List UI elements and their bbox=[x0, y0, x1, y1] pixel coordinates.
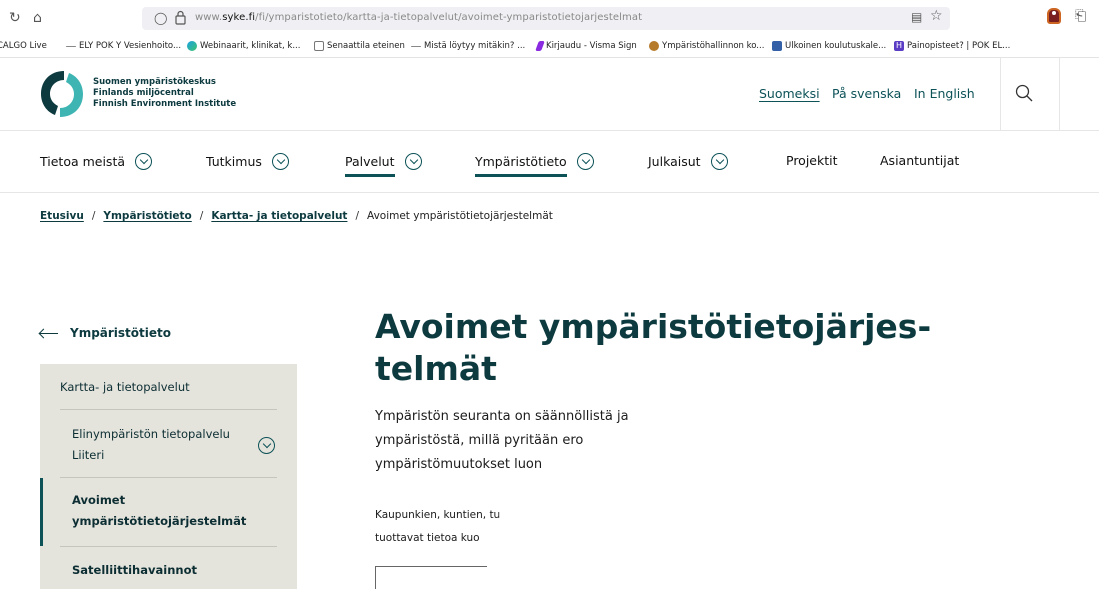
breadcrumb-separator: / bbox=[355, 210, 359, 222]
back-link-label: Ympäristötieto bbox=[70, 326, 172, 340]
chevron-down-icon[interactable] bbox=[576, 153, 594, 170]
nav-julkaisut[interactable]: Julkaisut bbox=[648, 153, 728, 178]
bookmark-item[interactable]: Mistä löytyy mitäkin? ... bbox=[411, 41, 525, 51]
bookmark-star-icon[interactable]: ☆ bbox=[930, 8, 943, 24]
side-navigation: Kartta- ja tietopalvelut Elinympäristön … bbox=[40, 364, 297, 589]
page-title-line: Avoimet ympäristötietojärjes- bbox=[375, 307, 932, 346]
reader-view-icon[interactable]: ▤ bbox=[911, 10, 922, 24]
lion-icon bbox=[649, 41, 659, 51]
edge-icon bbox=[187, 41, 197, 51]
chevron-down-icon[interactable] bbox=[135, 153, 153, 170]
url-text[interactable]: www.syke.fi/fi/ymparistotieto/kartta-ja-… bbox=[195, 12, 642, 23]
visma-icon bbox=[535, 41, 545, 51]
language-fi-link[interactable]: Suomeksi bbox=[759, 86, 820, 101]
nav-label: Palvelut bbox=[345, 154, 395, 177]
nav-ymparistotieto[interactable]: Ympäristötieto bbox=[475, 153, 594, 178]
bookmark-item[interactable]: Webinaarit, klinikat, k... bbox=[187, 41, 300, 51]
browser-toolbar: ↻ ⌂ ◯ www.syke.fi/fi/ymparistotieto/kart… bbox=[0, 0, 1099, 36]
home-icon[interactable]: ⌂ bbox=[33, 10, 42, 26]
calendar-icon bbox=[772, 41, 782, 51]
sidebar-item-avoimet-ymparistotietojarjestelmat[interactable]: Avoimet ympäristötietojärjestelmät bbox=[72, 490, 277, 532]
breadcrumb: Etusivu / Ympäristötieto / Kartta- ja ti… bbox=[40, 210, 553, 222]
language-sv-link[interactable]: På svenska bbox=[832, 86, 901, 101]
sidebar-item-label: Elinympäristön tietopalvelu bbox=[72, 427, 230, 441]
sidebar-item-kartta-ja-tietopalvelut[interactable]: Kartta- ja tietopalvelut bbox=[60, 380, 277, 394]
fade-overlay bbox=[495, 504, 525, 550]
nav-palvelut[interactable]: Palvelut bbox=[345, 153, 422, 178]
bookmark-item[interactable]: CALGO Live bbox=[0, 41, 47, 51]
reload-icon[interactable]: ↻ bbox=[9, 10, 21, 26]
extension-icon[interactable] bbox=[1047, 8, 1061, 24]
logo-line-en: Finnish Environment Institute bbox=[93, 99, 237, 109]
back-link[interactable]: Ympäristötieto bbox=[40, 326, 171, 340]
address-bar[interactable]: ◯ www.syke.fi/fi/ymparistotieto/kartta-j… bbox=[142, 7, 950, 30]
main-navigation: Tietoa meistä Tutkimus Palvelut Ympärist… bbox=[0, 131, 1099, 193]
nav-tietoa-meista[interactable]: Tietoa meistä bbox=[40, 153, 153, 178]
nav-asiantuntijat[interactable]: Asiantuntijat bbox=[880, 153, 959, 176]
shield-icon[interactable]: ◯ bbox=[154, 11, 167, 25]
bookmark-item[interactable]: ELY POK Y Vesienhoito... bbox=[66, 41, 181, 51]
divider bbox=[60, 409, 277, 410]
arrow-left-icon bbox=[40, 332, 58, 334]
content-card bbox=[375, 566, 487, 589]
bookmark-item[interactable]: Ympäristöhallinnon ko... bbox=[649, 41, 764, 51]
chevron-down-icon[interactable] bbox=[258, 437, 275, 454]
nav-label: Asiantuntijat bbox=[880, 153, 960, 168]
body-paragraph: Kaupunkien, kuntien, tu tuottavat tietoa… bbox=[375, 504, 525, 550]
dash-icon bbox=[66, 45, 76, 47]
active-indicator bbox=[40, 478, 43, 546]
site-header: Suomen ympäristökeskus Finlands miljöcen… bbox=[0, 58, 1099, 131]
lead-line: Ympäristön seuranta on säännöllistä ja bbox=[375, 409, 629, 424]
page-title-line: telmät bbox=[375, 349, 497, 388]
bookmark-item[interactable]: Kirjaudu - Visma Sign bbox=[535, 41, 637, 51]
chevron-down-icon[interactable] bbox=[271, 153, 289, 170]
sidebar-item-label: Avoimet bbox=[72, 493, 126, 507]
sidebar-item-satelliittihavainnot[interactable]: Satelliittihavainnot bbox=[72, 560, 277, 581]
breadcrumb-kartta-ja-tietopalvelut[interactable]: Kartta- ja tietopalvelut bbox=[211, 210, 347, 222]
dash-icon bbox=[411, 45, 421, 47]
language-en-link[interactable]: In English bbox=[914, 86, 975, 101]
bookmark-item[interactable]: Senaattila eteinen bbox=[314, 41, 405, 51]
logo-text[interactable]: Suomen ympäristökeskus Finlands miljöcen… bbox=[93, 77, 236, 110]
breadcrumb-current: Avoimet ympäristötietojärjestelmät bbox=[367, 210, 553, 222]
breadcrumb-separator: / bbox=[199, 210, 204, 222]
breadcrumb-ymparistotieto[interactable]: Ympäristötieto bbox=[103, 210, 191, 222]
lead-line: ympäristöstä, millä pyritään ero bbox=[375, 433, 584, 448]
fade-overlay bbox=[625, 405, 665, 480]
lead-line: ympäristömuutokset luon bbox=[375, 457, 543, 472]
bookmarks-bar: CALGO Live ELY POK Y Vesienhoito... Webi… bbox=[0, 36, 1099, 58]
divider bbox=[60, 546, 277, 547]
sidebar-item-liiteri[interactable]: Elinympäristön tietopalvelu Liiteri bbox=[72, 424, 277, 466]
lead-paragraph: Ympäristön seuranta on säännöllistä ja y… bbox=[375, 405, 665, 480]
logo-line-fi: Suomen ympäristökeskus bbox=[93, 77, 216, 87]
nav-label: Ympäristötieto bbox=[475, 154, 567, 177]
search-icon bbox=[1015, 84, 1033, 102]
nav-tutkimus[interactable]: Tutkimus bbox=[206, 153, 289, 178]
document-icon bbox=[314, 41, 324, 51]
sidebar-item-label: ympäristötietojärjestelmät bbox=[72, 514, 247, 528]
page-title: Avoimet ympäristötietojärjes- telmät bbox=[375, 306, 935, 390]
logo-line-sv: Finlands miljöcentral bbox=[93, 88, 194, 98]
nav-label: Projektit bbox=[786, 153, 838, 168]
chevron-down-icon[interactable] bbox=[710, 153, 728, 170]
share-icon[interactable]: ⎗ bbox=[1075, 8, 1086, 24]
bookmark-item[interactable]: Ulkoinen koulutuskale... bbox=[772, 41, 886, 51]
sidebar-item-label: Liiteri bbox=[72, 448, 105, 462]
nav-label: Tietoa meistä bbox=[40, 154, 126, 169]
breadcrumb-etusivu[interactable]: Etusivu bbox=[40, 210, 84, 222]
syke-logo-icon[interactable] bbox=[38, 68, 86, 120]
chevron-down-icon[interactable] bbox=[404, 153, 422, 170]
nav-label: Tutkimus bbox=[206, 154, 262, 169]
bookmark-item[interactable]: H Painopisteet? | POK EL... bbox=[894, 41, 1010, 51]
nav-label: Julkaisut bbox=[648, 154, 701, 169]
lock-icon[interactable] bbox=[175, 10, 186, 25]
nav-projektit[interactable]: Projektit bbox=[786, 153, 838, 176]
divider bbox=[60, 477, 277, 478]
breadcrumb-separator: / bbox=[91, 210, 96, 222]
h-icon: H bbox=[894, 41, 904, 51]
search-button[interactable] bbox=[1000, 58, 1060, 131]
